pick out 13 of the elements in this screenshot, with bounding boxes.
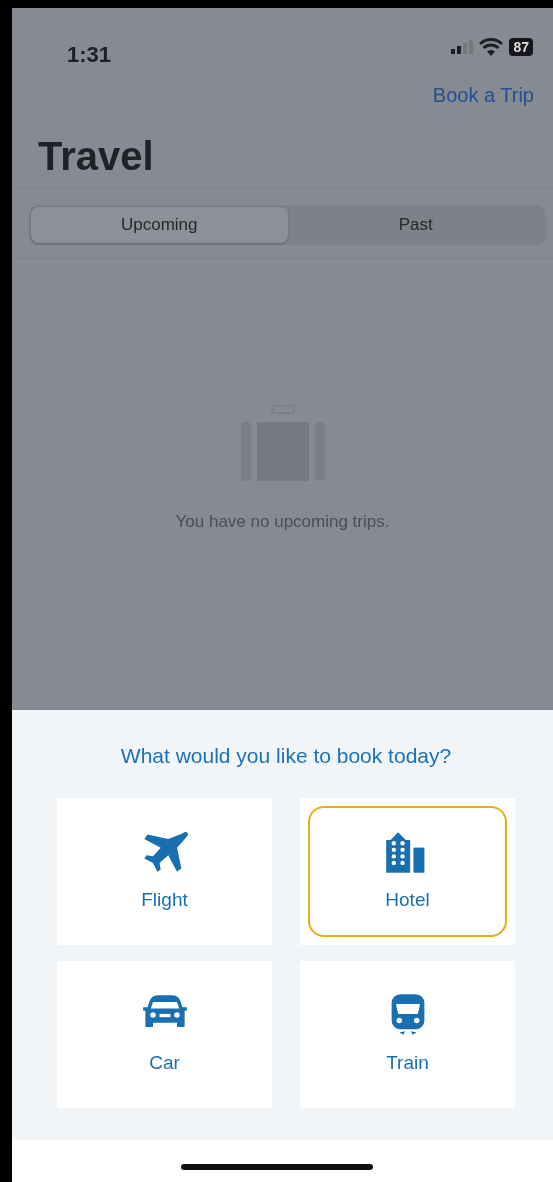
segment-tab[interactable]: Past xyxy=(287,207,544,243)
booking-option[interactable]: Flight xyxy=(57,797,272,945)
empty-message: You have no upcoming trips. xyxy=(175,511,390,533)
booking-option[interactable]: Car xyxy=(57,960,272,1108)
status-time: 1:31 xyxy=(67,41,112,69)
booking-option[interactable]: Hotel xyxy=(300,797,515,945)
signal-icon xyxy=(451,40,474,54)
segment-tab[interactable]: Upcoming xyxy=(31,207,288,243)
battery-level: 87 xyxy=(509,38,533,56)
booking-option[interactable]: Train xyxy=(300,960,515,1108)
sheet-heading: What would you like to book today? xyxy=(119,743,453,769)
page-title: Travel xyxy=(38,133,155,180)
wifi-icon xyxy=(479,38,504,56)
